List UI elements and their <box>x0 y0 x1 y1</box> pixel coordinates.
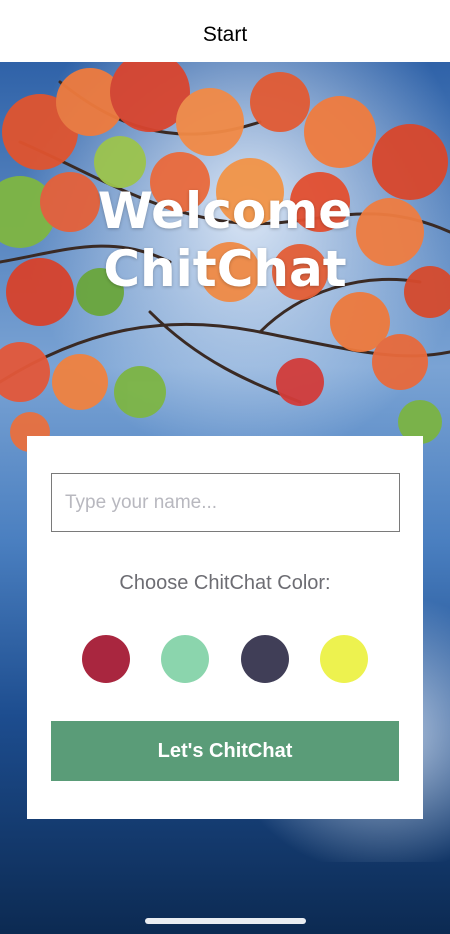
welcome-title-line2: ChitChat <box>103 240 347 298</box>
welcome-title-line1: Welcome <box>97 182 353 240</box>
name-input[interactable] <box>51 473 400 532</box>
home-indicator[interactable] <box>145 918 306 924</box>
nav-title: Start <box>202 23 248 46</box>
welcome-title: Welcome ChitChat <box>0 182 450 298</box>
start-chat-button[interactable]: Let's ChitChat <box>51 721 399 781</box>
color-choice-label: Choose ChitChat Color: <box>119 572 331 594</box>
start-screen: Start Welcome ChitChat Type your name...… <box>0 0 450 934</box>
color-swatch-mint[interactable] <box>161 635 209 683</box>
navigation-bar: Start <box>0 0 450 62</box>
color-swatch-yellow[interactable] <box>320 635 368 683</box>
color-swatch-crimson[interactable] <box>82 635 130 683</box>
login-card: Choose ChitChat Color: Let's ChitChat <box>27 436 423 819</box>
color-swatch-dark-slate[interactable] <box>241 635 289 683</box>
